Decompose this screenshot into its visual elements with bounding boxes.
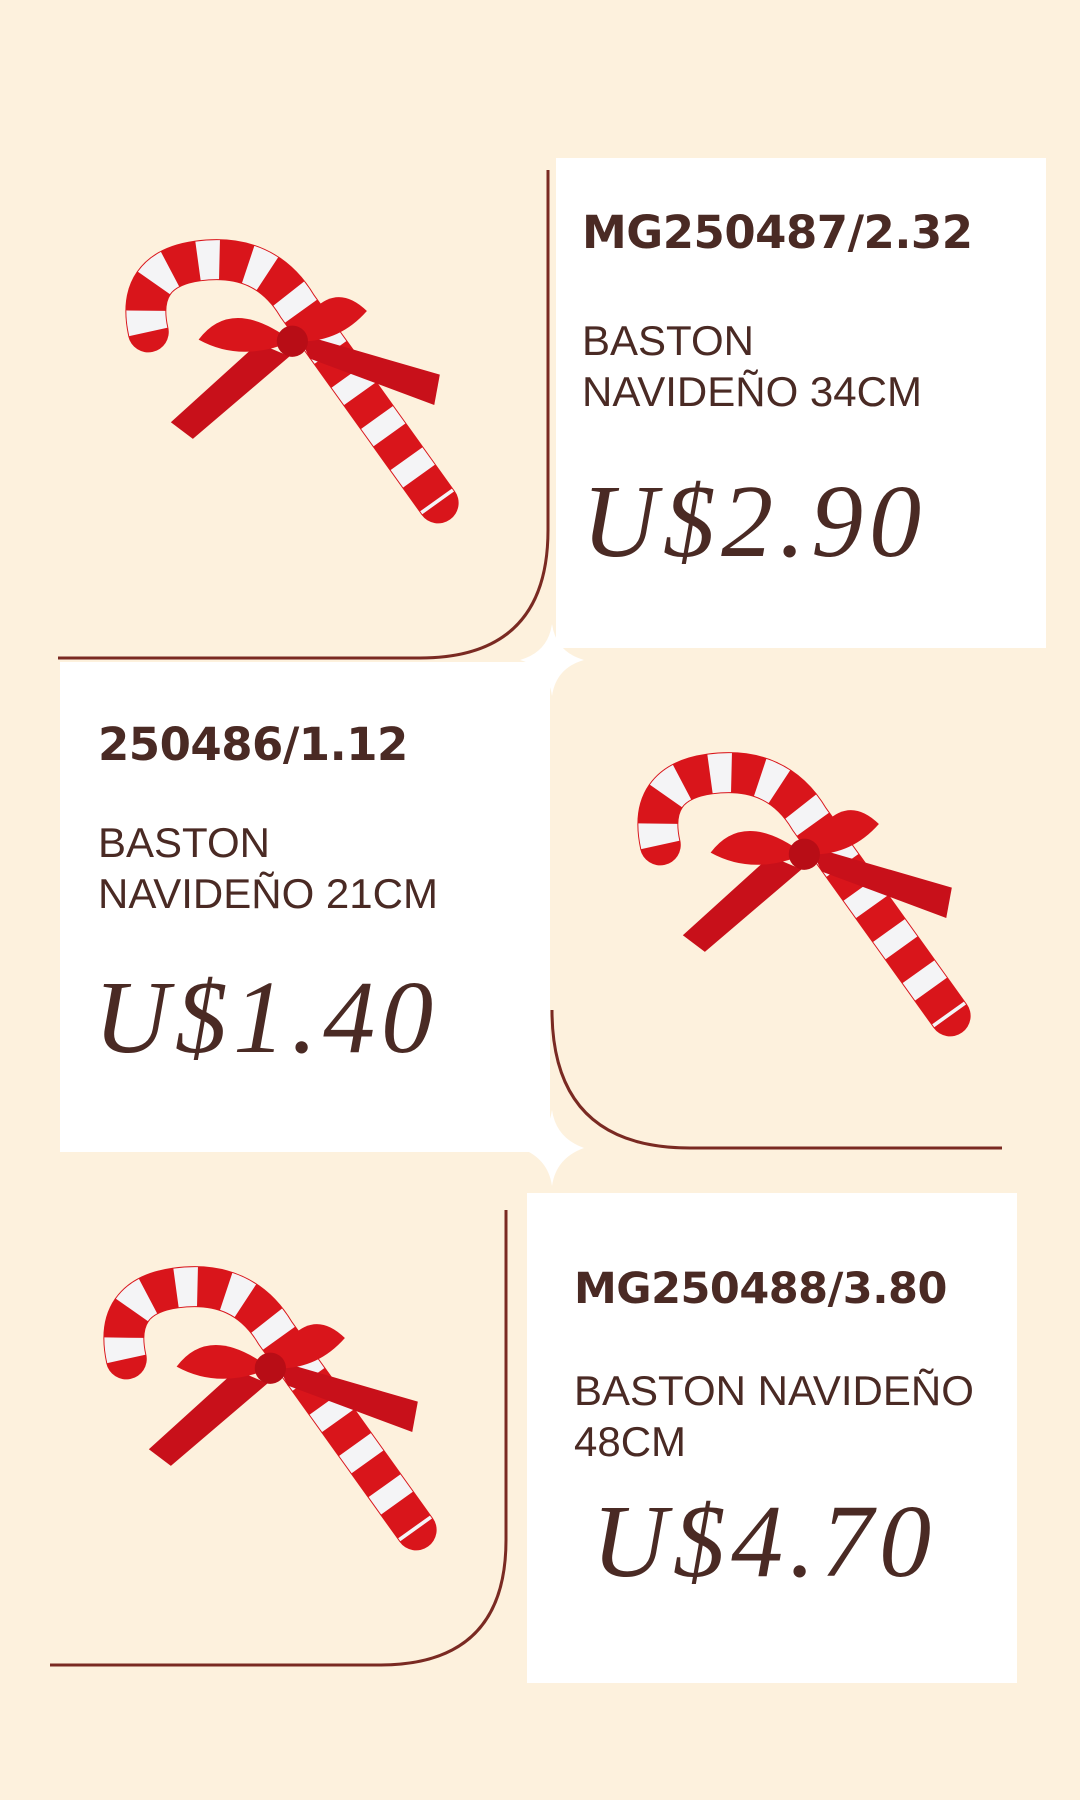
candy-cane-image — [125, 239, 459, 524]
product-price: U$4.70 — [592, 1484, 938, 1599]
catalog-page: MG250487/2.32 BASTON NAVIDEÑO 34CM U$2.9… — [0, 0, 1080, 1800]
product-price: U$1.40 — [94, 960, 440, 1075]
product-description: BASTON NAVIDEÑO 48CM — [574, 1367, 974, 1466]
product-code: MG250488/3.80 — [574, 1264, 947, 1314]
product-code: MG250487/2.32 — [582, 206, 973, 259]
product-price: U$2.90 — [582, 464, 928, 579]
product-description: BASTON NAVIDEÑO 21CM — [98, 819, 438, 918]
product-description: BASTON NAVIDEÑO 34CM — [582, 317, 922, 416]
candy-cane-image — [103, 1266, 437, 1551]
product-code: 250486/1.12 — [98, 718, 408, 771]
candy-cane-image — [637, 752, 971, 1037]
